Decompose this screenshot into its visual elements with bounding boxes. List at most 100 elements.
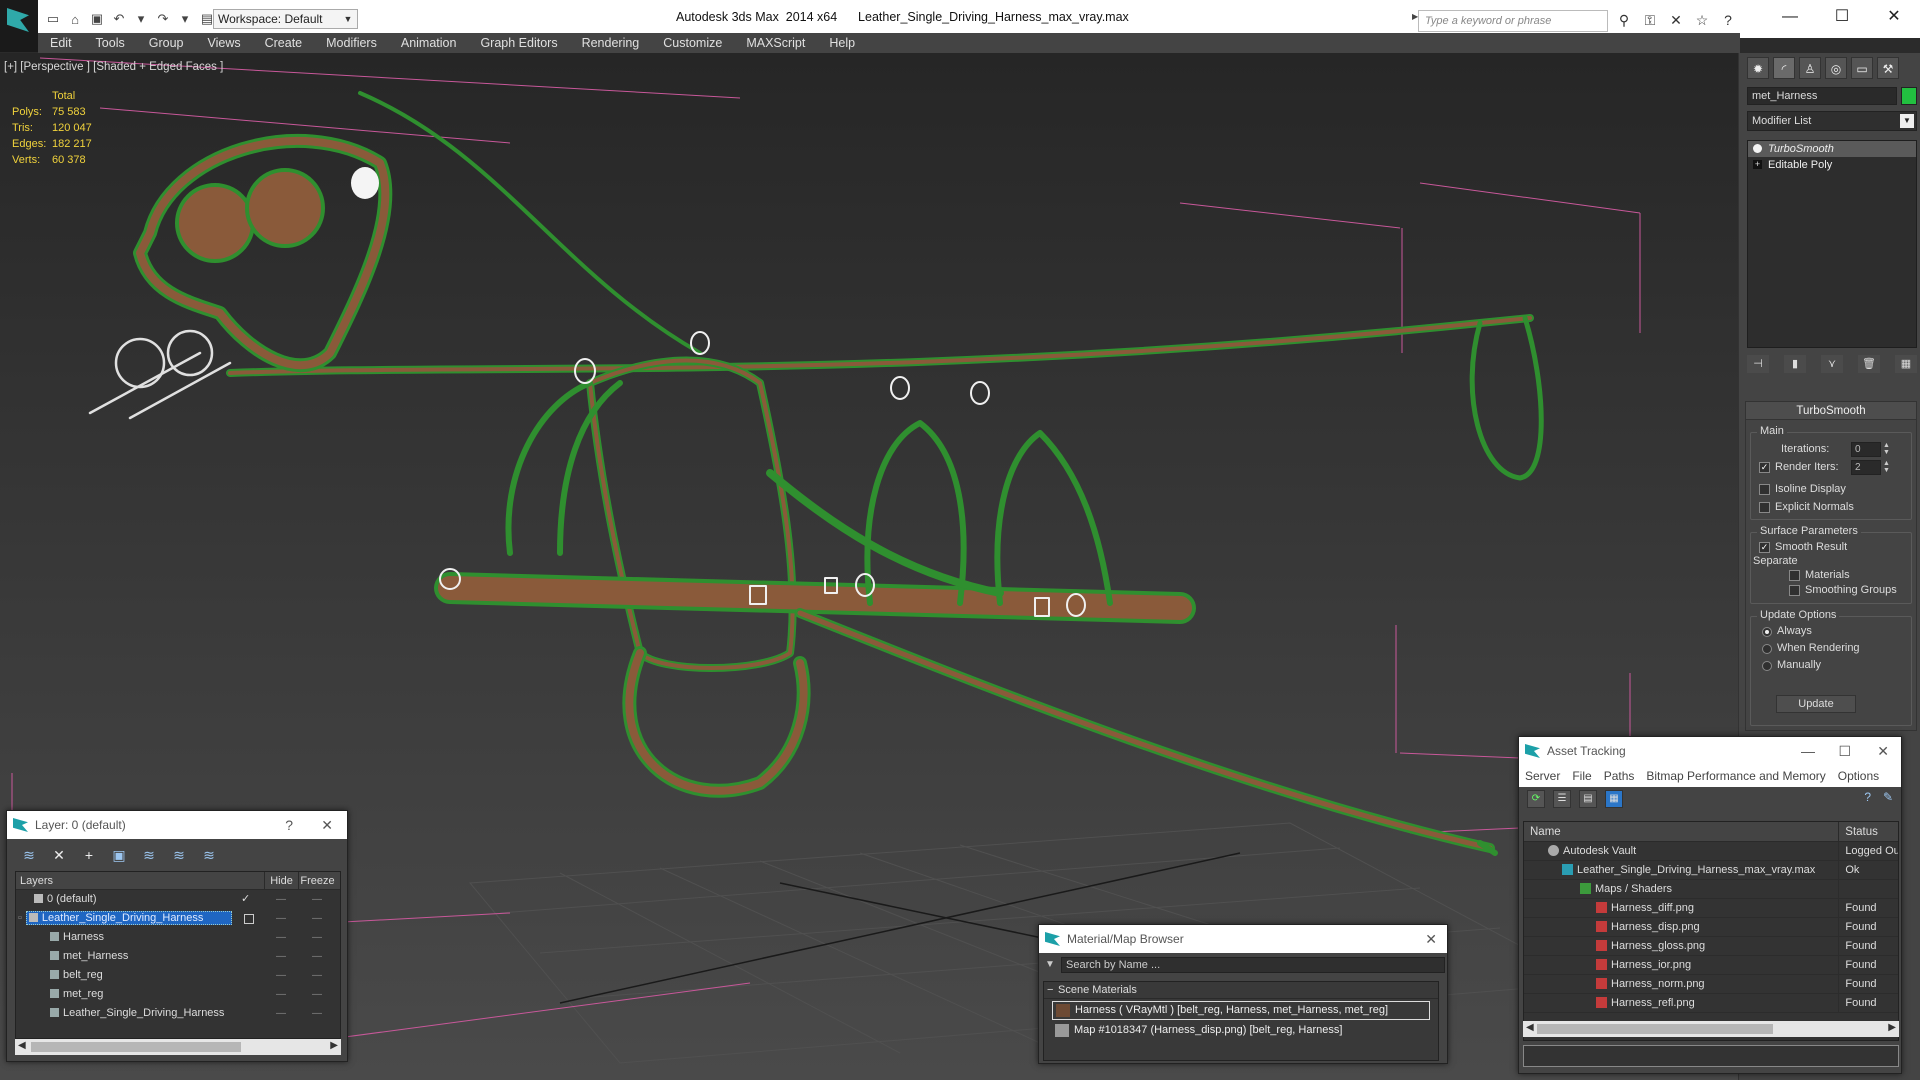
column-header-status[interactable]: Status <box>1838 822 1898 841</box>
menu-views[interactable]: Views <box>195 33 252 53</box>
modifier-list-dropdown[interactable]: Modifier List ▼ <box>1747 111 1917 131</box>
iterations-spinner[interactable]: 0 <box>1851 442 1881 457</box>
menu-create[interactable]: Create <box>253 33 315 53</box>
hide-toggle[interactable]: — <box>264 890 298 909</box>
asset-row[interactable]: Leather_Single_Driving_Harness_max_vray.… <box>1524 861 1898 880</box>
menu-help[interactable]: Help <box>817 33 867 53</box>
maximize-button[interactable]: ☐ <box>1838 737 1851 765</box>
separate-smoothing-groups-checkbox[interactable]: Smoothing Groups <box>1789 584 1897 596</box>
close-icon[interactable]: ✕ <box>1425 925 1437 953</box>
display-tab-icon[interactable]: ▭ <box>1851 57 1873 79</box>
menu-edit[interactable]: Edit <box>38 33 84 53</box>
thumbnail-view-icon[interactable]: ▤ <box>1579 790 1597 808</box>
asset-row[interactable]: Harness_norm.png Found <box>1524 975 1898 994</box>
horizontal-scrollbar[interactable]: ◀ ▶ <box>15 1039 341 1055</box>
hide-toggle[interactable]: — <box>264 928 298 947</box>
redo-icon[interactable]: ↷ <box>154 10 172 28</box>
freeze-toggle[interactable]: — <box>298 966 336 985</box>
close-icon[interactable]: ✕ <box>1877 737 1889 765</box>
lightbulb-icon[interactable] <box>1753 144 1762 153</box>
rollout-title[interactable]: TurboSmooth <box>1746 402 1916 420</box>
configure-modifier-sets-icon[interactable]: ▦ <box>1895 355 1917 373</box>
scroll-left-icon[interactable]: ◀ <box>1526 1022 1534 1033</box>
material-browser-titlebar[interactable]: Material/Map Browser ✕ <box>1039 925 1447 953</box>
undo-dropdown-icon[interactable]: ▾ <box>132 10 150 28</box>
hide-toggle[interactable]: — <box>264 1004 298 1023</box>
layer-row[interactable]: ▫ Leather_Single_Driving_Harness — — <box>16 909 340 928</box>
render-iters-spinner[interactable]: 2 <box>1851 460 1881 475</box>
workspace-dropdown[interactable]: Workspace: Default <box>213 9 358 29</box>
asset-row[interactable]: Harness_disp.png Found <box>1524 918 1898 937</box>
create-tab-icon[interactable]: ✹ <box>1747 57 1769 79</box>
active-layer-box-icon[interactable] <box>244 914 254 924</box>
remove-modifier-icon[interactable]: 🗑 <box>1858 355 1880 373</box>
settings-icon[interactable]: ✎ <box>1883 790 1893 804</box>
column-header-name[interactable]: Name <box>1524 822 1838 841</box>
binoculars-icon[interactable]: ⚲ <box>1614 10 1634 30</box>
layer-row[interactable]: Harness — — <box>16 928 340 947</box>
exchange-icon[interactable]: ✕ <box>1666 10 1686 30</box>
redo-dropdown-icon[interactable]: ▾ <box>176 10 194 28</box>
help-icon[interactable]: ? <box>1718 10 1738 30</box>
asset-row[interactable]: Maps / Shaders <box>1524 880 1898 899</box>
isoline-display-checkbox[interactable]: Isoline Display <box>1759 483 1846 495</box>
update-button[interactable]: Update <box>1776 695 1856 713</box>
highlight-layer-icon[interactable]: ≋ <box>139 845 159 865</box>
asset-row[interactable]: Harness_ior.png Found <box>1524 956 1898 975</box>
separate-materials-checkbox[interactable]: Materials <box>1789 569 1850 581</box>
app-logo-button[interactable] <box>0 0 38 52</box>
layer-window-titlebar[interactable]: Layer: 0 (default) ? ✕ <box>7 811 347 839</box>
freeze-toggle[interactable]: — <box>298 890 336 909</box>
save-icon[interactable]: ▣ <box>88 10 106 28</box>
horizontal-scrollbar[interactable]: ◀ ▶ <box>1523 1021 1899 1037</box>
minimize-button[interactable]: — <box>1801 737 1815 765</box>
favorites-star-icon[interactable]: ☆ <box>1692 10 1712 30</box>
scroll-right-icon[interactable]: ▶ <box>330 1040 338 1051</box>
layer-row[interactable]: 0 (default) ✓ — — <box>16 890 340 909</box>
column-header-freeze[interactable]: Freeze <box>298 872 336 889</box>
column-header-layers[interactable]: Layers <box>16 872 264 889</box>
menu-bitmap-performance[interactable]: Bitmap Performance and Memory <box>1640 769 1831 783</box>
layer-row[interactable]: met_Harness — — <box>16 947 340 966</box>
spinner-arrows-icon[interactable]: ▲ ▼ <box>1883 460 1892 475</box>
modify-tab-icon[interactable]: ◜ <box>1773 57 1795 79</box>
expand-icon[interactable]: + <box>1753 160 1762 169</box>
object-color-swatch[interactable] <box>1901 87 1917 105</box>
hierarchy-tab-icon[interactable]: ♙ <box>1799 57 1821 79</box>
viewport-label[interactable]: [+] [Perspective ] [Shaded + Edged Faces… <box>4 61 223 73</box>
layer-row[interactable]: met_reg — — <box>16 985 340 1004</box>
create-layer-icon[interactable]: ≋ <box>19 845 39 865</box>
select-objects-icon[interactable]: ▣ <box>109 845 129 865</box>
hide-toggle[interactable]: — <box>264 966 298 985</box>
freeze-all-icon[interactable]: ≋ <box>199 845 219 865</box>
add-selection-icon[interactable]: + <box>79 845 99 865</box>
new-file-icon[interactable]: ▭ <box>44 10 62 28</box>
asset-row[interactable]: Harness_gloss.png Found <box>1524 937 1898 956</box>
hide-toggle[interactable]: — <box>264 985 298 1004</box>
stack-item-turbosmooth[interactable]: TurboSmooth <box>1748 141 1916 157</box>
undo-icon[interactable]: ↶ <box>110 10 128 28</box>
freeze-toggle[interactable]: — <box>298 909 336 928</box>
menu-group[interactable]: Group <box>137 33 196 53</box>
material-search-input[interactable]: Search by Name ... <box>1061 957 1445 973</box>
close-icon[interactable]: ✕ <box>321 811 333 839</box>
update-when-rendering-radio[interactable]: When Rendering <box>1761 642 1860 654</box>
freeze-toggle[interactable]: — <box>298 947 336 966</box>
key-icon[interactable]: ⚿ <box>1640 10 1660 30</box>
menu-tools[interactable]: Tools <box>84 33 137 53</box>
hide-toggle[interactable]: — <box>264 947 298 966</box>
hide-toggle[interactable]: — <box>264 909 298 928</box>
spinner-arrows-icon[interactable]: ▲ ▼ <box>1883 442 1892 457</box>
pin-stack-icon[interactable]: ⊣ <box>1747 355 1769 373</box>
help-icon[interactable]: ? <box>1864 790 1871 804</box>
update-always-radio[interactable]: Always <box>1761 625 1812 637</box>
collapse-icon[interactable]: ▫ <box>18 912 22 924</box>
map-item[interactable]: Map #1018347 (Harness_disp.png) [belt_re… <box>1052 1022 1430 1041</box>
menu-options[interactable]: Options <box>1832 769 1885 783</box>
open-file-icon[interactable]: ⌂ <box>66 10 84 28</box>
chevron-down-icon[interactable]: ▼ <box>340 9 356 29</box>
scene-materials-group[interactable]: − Scene Materials <box>1044 982 1438 999</box>
object-name-field[interactable]: met_Harness <box>1747 87 1897 105</box>
menu-rendering[interactable]: Rendering <box>570 33 652 53</box>
menu-server[interactable]: Server <box>1519 769 1566 783</box>
